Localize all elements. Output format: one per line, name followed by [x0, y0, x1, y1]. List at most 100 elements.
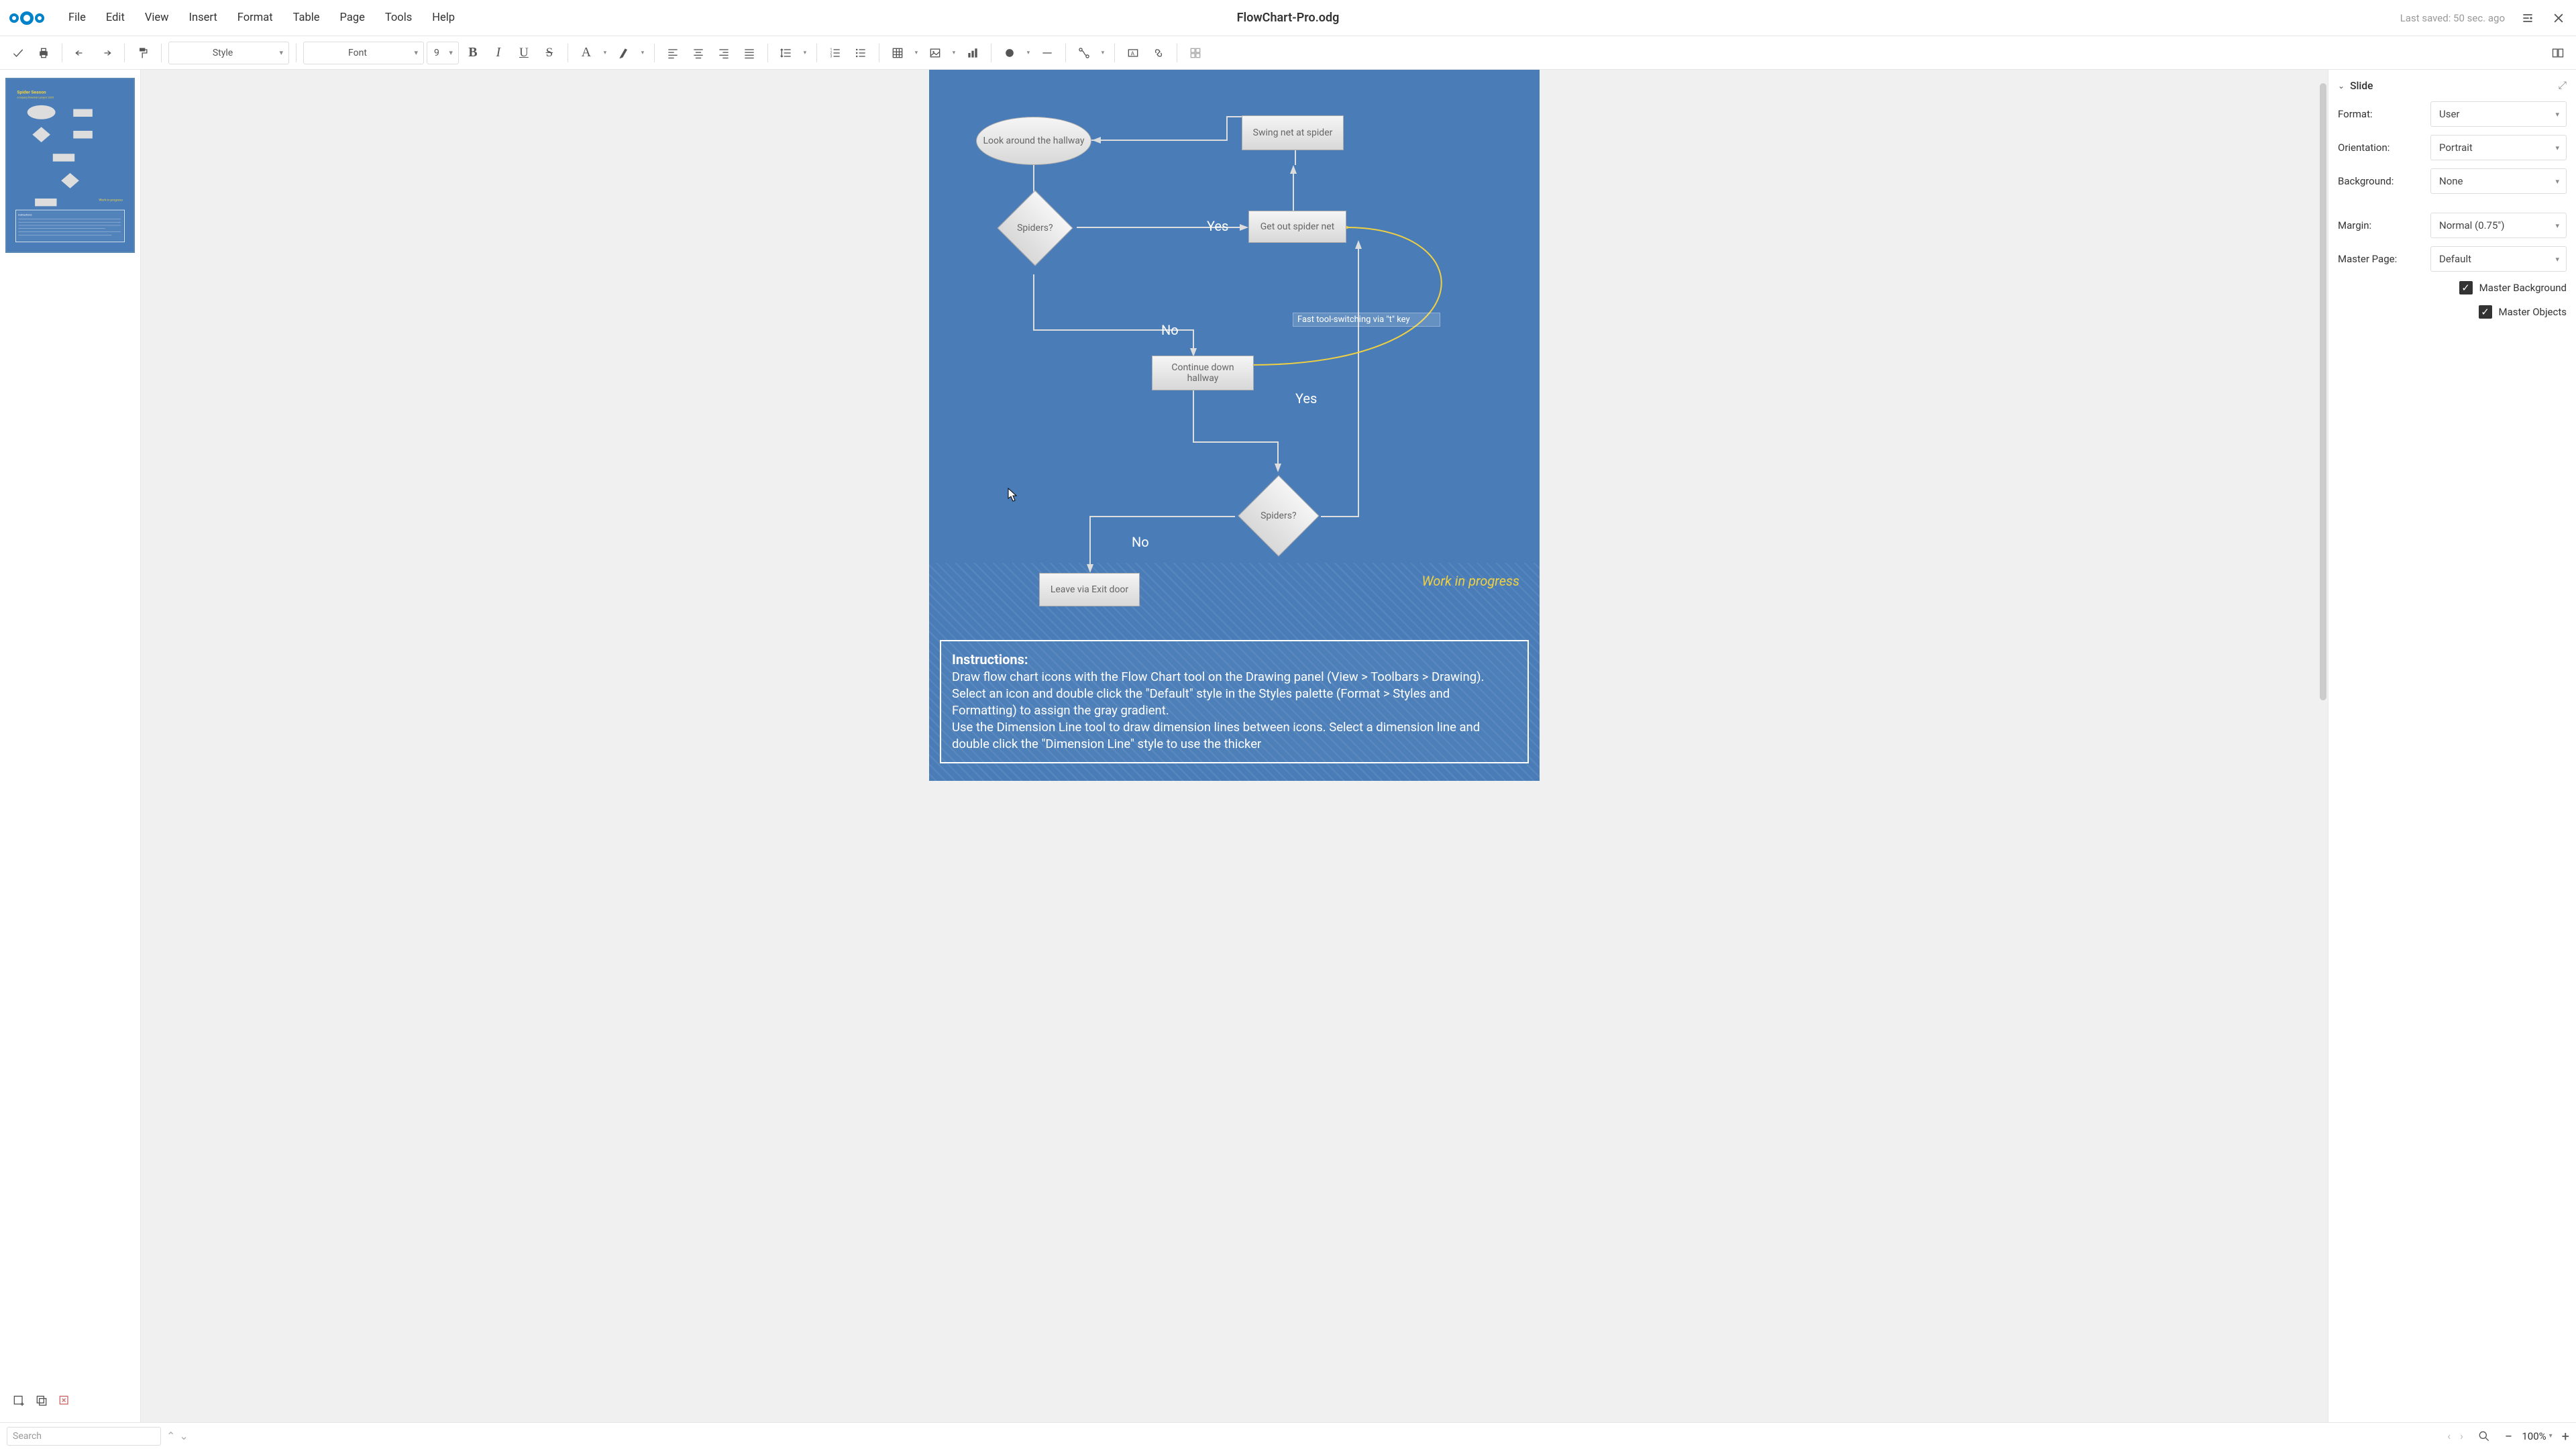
master-background-label: Master Background [2479, 282, 2567, 294]
node-continue[interactable]: Continue down hallway [1152, 356, 1254, 390]
node-getnet[interactable]: Get out spider net [1248, 211, 1346, 243]
insert-textbox-icon[interactable]: A [1122, 42, 1144, 64]
drawing-page[interactable]: Look around the hallway Swing net at spi… [929, 70, 1540, 781]
zoom-in-button[interactable]: + [2562, 1428, 2569, 1444]
menu-edit[interactable]: Edit [97, 7, 134, 28]
prop-background-label: Background: [2338, 175, 2424, 187]
redo-icon[interactable] [95, 42, 117, 64]
instructions-line: Select an icon and double click the "Def… [952, 686, 1517, 719]
italic-button[interactable]: I [487, 42, 510, 64]
document-title: FlowChart-Pro.odg [1237, 11, 1340, 25]
prop-margin-select[interactable]: Normal (0.75") [2430, 213, 2567, 238]
menu-view[interactable]: View [136, 7, 178, 28]
node-spiders1[interactable]: Spiders? [997, 190, 1073, 266]
node-swing[interactable]: Swing net at spider [1242, 115, 1344, 150]
insert-table-icon[interactable] [886, 42, 909, 64]
instructions-title: Instructions: [952, 651, 1517, 669]
numbered-list-icon[interactable]: 123 [824, 42, 847, 64]
line-spacing-dropdown[interactable]: ▾ [800, 50, 810, 56]
style-select[interactable]: Style [168, 42, 289, 64]
page-prev-icon[interactable]: ‹ [2447, 1430, 2451, 1442]
node-start[interactable]: Look around the hallway [976, 117, 1091, 165]
align-justify-icon[interactable] [738, 42, 761, 64]
search-input[interactable]: Search [7, 1427, 161, 1446]
toolbar: Style Font 9 B I U S A ▾ ▾ ▾ 123 ▾ ▾ ▾ [0, 36, 2576, 70]
prop-orientation-label: Orientation: [2338, 142, 2424, 154]
prop-format-select[interactable]: User [2430, 101, 2567, 127]
undo-icon[interactable] [69, 42, 92, 64]
slide-thumbnail-1[interactable]: Spider Season company flowchart project … [5, 78, 135, 253]
props-section-header[interactable]: ⌄ Slide ⤢ [2328, 74, 2576, 97]
insert-shape-icon[interactable] [998, 42, 1021, 64]
close-icon[interactable] [2551, 10, 2567, 26]
insert-image-icon[interactable] [924, 42, 947, 64]
insert-connector-dropdown[interactable]: ▾ [1098, 50, 1108, 56]
font-color-button[interactable]: A [575, 42, 598, 64]
app-logo[interactable] [9, 11, 44, 25]
format-paint-icon[interactable] [131, 42, 154, 64]
prop-master-page-select[interactable]: Default [2430, 246, 2567, 272]
align-right-icon[interactable] [712, 42, 735, 64]
svg-text:A: A [1131, 50, 1135, 57]
highlight-button[interactable] [612, 42, 635, 64]
vertical-scrollbar[interactable] [2320, 83, 2326, 700]
zoom-search-icon[interactable] [2473, 1425, 2496, 1448]
font-select[interactable]: Font [303, 42, 424, 64]
insert-line-icon[interactable] [1036, 42, 1059, 64]
insert-symbol-icon[interactable] [1184, 42, 1207, 64]
menubar: File Edit View Insert Format Table Page … [0, 0, 2576, 36]
strikethrough-button[interactable]: S [538, 42, 561, 64]
menu-tools[interactable]: Tools [376, 7, 421, 28]
insert-hyperlink-icon[interactable] [1147, 42, 1170, 64]
node-leave[interactable]: Leave via Exit door [1039, 573, 1140, 606]
sidebar-toggle-icon[interactable] [2546, 42, 2569, 64]
font-size-select[interactable]: 9 [427, 42, 459, 64]
edge-label-yes1: Yes [1207, 218, 1228, 234]
highlight-dropdown[interactable]: ▾ [638, 50, 647, 56]
menu-format[interactable]: Format [228, 7, 282, 28]
node-spiders2[interactable]: Spiders? [1238, 475, 1320, 557]
prop-background-select[interactable]: None [2430, 168, 2567, 194]
insert-shape-dropdown[interactable]: ▾ [1024, 50, 1033, 56]
menu-insert[interactable]: Insert [180, 7, 227, 28]
zoom-level[interactable]: 100%▾ [2522, 1430, 2552, 1442]
menu-table[interactable]: Table [284, 7, 329, 28]
prop-orientation-select[interactable]: Portrait [2430, 135, 2567, 160]
align-left-icon[interactable] [661, 42, 684, 64]
bold-button[interactable]: B [462, 42, 484, 64]
insert-image-dropdown[interactable]: ▾ [949, 50, 959, 56]
duplicate-slide-icon[interactable] [34, 1393, 50, 1409]
svg-text:Spider Season: Spider Season [17, 90, 46, 95]
master-objects-checkbox[interactable]: ✓ [2479, 305, 2492, 319]
master-background-checkbox[interactable]: ✓ [2459, 281, 2473, 294]
accept-icon[interactable] [7, 42, 30, 64]
menu-file[interactable]: File [59, 7, 95, 28]
search-prev-icon[interactable]: ⌃ [166, 1430, 175, 1442]
zoom-out-button[interactable]: − [2505, 1428, 2512, 1444]
insert-chart-icon[interactable] [961, 42, 984, 64]
delete-slide-icon[interactable] [56, 1393, 72, 1409]
underline-button[interactable]: U [513, 42, 535, 64]
expand-icon[interactable]: ⤢ [2559, 79, 2567, 92]
bullet-list-icon[interactable] [849, 42, 872, 64]
print-icon[interactable] [32, 42, 55, 64]
line-spacing-icon[interactable] [775, 42, 798, 64]
insert-connector-icon[interactable] [1073, 42, 1095, 64]
align-center-icon[interactable] [687, 42, 710, 64]
menu-page[interactable]: Page [331, 7, 374, 28]
svg-text:3: 3 [830, 54, 832, 58]
wip-label: Work in progress [1421, 573, 1519, 589]
statusbar: Search ⌃ ⌄ ‹ › − 100%▾ + [0, 1422, 2576, 1449]
new-slide-icon[interactable] [11, 1393, 27, 1409]
instructions-line: Use the Dimension Line tool to draw dime… [952, 719, 1517, 753]
search-next-icon[interactable]: ⌄ [179, 1430, 188, 1442]
font-color-dropdown[interactable]: ▾ [600, 50, 610, 56]
canvas-area[interactable]: Look around the hallway Swing net at spi… [141, 70, 2328, 1422]
menu-help[interactable]: Help [423, 7, 464, 28]
insert-table-dropdown[interactable]: ▾ [912, 50, 921, 56]
settings-icon[interactable] [2520, 10, 2536, 26]
props-section-title: Slide [2350, 80, 2373, 92]
instructions-box[interactable]: Instructions: Draw flow chart icons with… [940, 640, 1529, 763]
page-next-icon[interactable]: › [2460, 1430, 2463, 1442]
svg-text:Work in progress: Work in progress [99, 199, 123, 203]
